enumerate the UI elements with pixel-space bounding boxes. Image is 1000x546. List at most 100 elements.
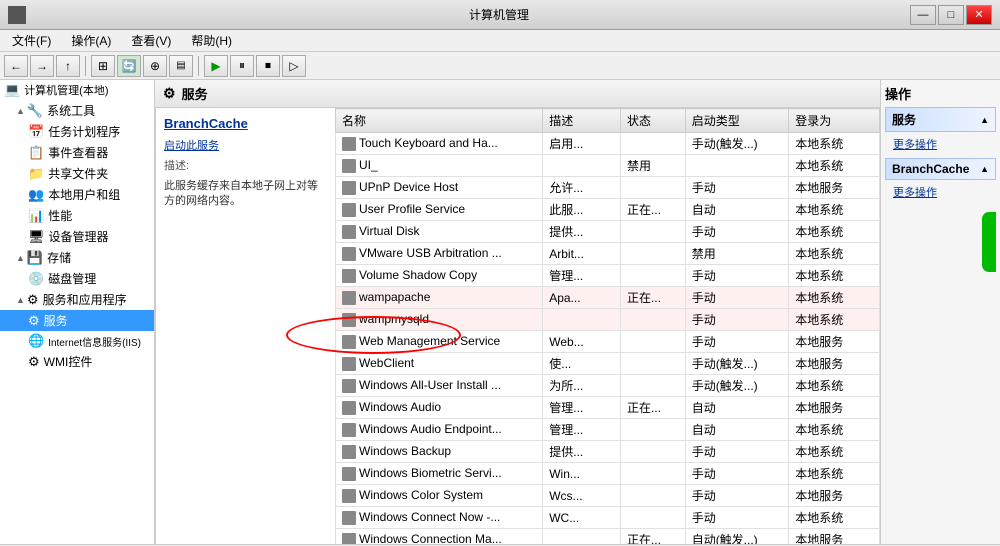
sidebar-item-task-scheduler[interactable]: 📅 任务计划程序 <box>0 121 154 142</box>
service-status-cell <box>620 265 685 287</box>
table-row[interactable]: Windows Connection Ma...正在...自动(触发...)本地… <box>336 529 880 545</box>
table-row[interactable]: Web Management ServiceWeb...手动本地服务 <box>336 331 880 353</box>
sidebar-item-local-users[interactable]: 👥 本地用户和组 <box>0 184 154 205</box>
sidebar-performance-label: 性能 <box>48 207 72 224</box>
minimize-button[interactable]: — <box>910 5 936 25</box>
play-button[interactable]: ▶ <box>204 55 228 77</box>
sidebar-item-event-viewer[interactable]: 📋 事件查看器 <box>0 142 154 163</box>
menu-help[interactable]: 帮助(H) <box>183 30 240 51</box>
sidebar-system-tools-label: 系统工具 <box>47 102 95 119</box>
stop-button[interactable]: ⏹ <box>256 55 280 77</box>
service-login-cell: 本地服务 <box>789 397 880 419</box>
service-name-cell: Windows Connect Now -... <box>336 507 543 529</box>
service-login-cell: 本地系统 <box>789 265 880 287</box>
table-row[interactable]: User Profile Service此服...正在...自动本地系统 <box>336 199 880 221</box>
table-row[interactable]: Windows Biometric Servi...Win...手动本地系统 <box>336 463 880 485</box>
service-gear-icon <box>342 269 356 283</box>
sidebar-root-label: 计算机管理(本地) <box>24 82 108 98</box>
service-name-cell: UI_ <box>336 155 543 177</box>
sidebar-item-storage[interactable]: ▲ 💾 存储 <box>0 247 154 268</box>
col-name[interactable]: 名称 <box>336 109 543 133</box>
service-startup-cell: 手动(触发...) <box>685 375 789 397</box>
up-button[interactable]: ↑ <box>56 55 80 77</box>
sidebar-task-scheduler-label: 任务计划程序 <box>48 123 120 140</box>
sidebar-item-wmi[interactable]: ⚙ WMI控件 <box>0 351 154 372</box>
actions-panel: 操作 服务 ▲ 更多操作 BranchCache ▲ 更多操作 <box>880 80 1000 544</box>
service-gear-icon <box>342 379 356 393</box>
sidebar-wmi-label: WMI控件 <box>44 353 93 370</box>
service-table-container[interactable]: 名称 描述 状态 启动类型 登录为 Touch Keyboard and Ha.… <box>335 108 880 544</box>
table-row[interactable]: Volume Shadow Copy管理...手动本地系统 <box>336 265 880 287</box>
sidebar-item-iis[interactable]: 🌐 Internet信息服务(IIS) <box>0 331 154 351</box>
service-name-cell: UPnP Device Host <box>336 177 543 199</box>
branchcache-title[interactable]: BranchCache <box>164 116 327 131</box>
service-gear-icon <box>342 203 356 217</box>
menu-file[interactable]: 文件(F) <box>4 30 59 51</box>
table-row[interactable]: Windows Audio管理...正在...自动本地服务 <box>336 397 880 419</box>
col-login[interactable]: 登录为 <box>789 109 880 133</box>
sidebar-item-disk-management[interactable]: 💿 磁盘管理 <box>0 268 154 289</box>
sidebar-item-device-manager[interactable]: 🖥 设备管理器 <box>0 226 154 247</box>
table-row[interactable]: Windows Backup提供...手动本地系统 <box>336 441 880 463</box>
service-startup-cell: 手动 <box>685 441 789 463</box>
table-row[interactable]: Windows Audio Endpoint...管理...自动本地系统 <box>336 419 880 441</box>
task-icon: 📅 <box>28 124 44 140</box>
start-service-link[interactable]: 启动此服务 <box>164 140 219 152</box>
users-icon: 👥 <box>28 187 44 203</box>
main-layout: 💻 计算机管理(本地) ▲ 🔧 系统工具 📅 任务计划程序 📋 事件查看器 📁 … <box>0 80 1000 544</box>
table-row[interactable]: Touch Keyboard and Ha...启用...手动(触发...)本地… <box>336 133 880 155</box>
sidebar-item-performance[interactable]: 📊 性能 <box>0 205 154 226</box>
service-gear-icon <box>342 159 356 173</box>
sidebar-root[interactable]: 💻 计算机管理(本地) <box>0 80 154 100</box>
iis-icon: 🌐 <box>28 333 44 349</box>
service-desc-cell <box>543 155 621 177</box>
sidebar-item-services[interactable]: ⚙ 服务 <box>0 310 154 331</box>
sidebar-item-services-apps[interactable]: ▲ ⚙ 服务和应用程序 <box>0 289 154 310</box>
service-desc-cell: Apa... <box>543 287 621 309</box>
service-login-cell: 本地服务 <box>789 177 880 199</box>
sidebar-item-system-tools[interactable]: ▲ 🔧 系统工具 <box>0 100 154 121</box>
table-row[interactable]: Windows All-User Install ...为所...手动(触发..… <box>336 375 880 397</box>
menu-view[interactable]: 查看(V) <box>123 30 179 51</box>
menu-action[interactable]: 操作(A) <box>63 30 119 51</box>
action-section-services[interactable]: 服务 ▲ <box>885 107 996 132</box>
restart-button[interactable]: ▷ <box>282 55 306 77</box>
action-more-ops-1[interactable]: 更多操作 <box>885 134 996 154</box>
forward-button[interactable]: → <box>30 55 54 77</box>
table-row[interactable]: wampapacheApa...正在...手动本地系统 <box>336 287 880 309</box>
table-row[interactable]: VMware USB Arbitration ...Arbit...禁用本地系统 <box>336 243 880 265</box>
show-hide-button[interactable]: ⊞ <box>91 55 115 77</box>
pause-button[interactable]: ⏸ <box>230 55 254 77</box>
table-row[interactable]: WebClient使...手动(触发...)本地服务 <box>336 353 880 375</box>
table-row[interactable]: Windows Connect Now -...WC...手动本地系统 <box>336 507 880 529</box>
refresh-button[interactable]: 🔄 <box>117 55 141 77</box>
service-name-cell: wampmysqld <box>336 309 543 331</box>
action-section-branchcache[interactable]: BranchCache ▲ <box>885 158 996 180</box>
table-row[interactable]: UI_禁用本地系统 <box>336 155 880 177</box>
maximize-button[interactable]: □ <box>938 5 964 25</box>
col-startup[interactable]: 启动类型 <box>685 109 789 133</box>
perf-icon: 📊 <box>28 208 44 224</box>
close-button[interactable]: ✕ <box>966 5 992 25</box>
service-startup-cell: 手动 <box>685 331 789 353</box>
export-button[interactable]: ⊕ <box>143 55 167 77</box>
table-row[interactable]: Windows Color SystemWcs...手动本地服务 <box>336 485 880 507</box>
table-row[interactable]: Virtual Disk提供...手动本地系统 <box>336 221 880 243</box>
col-status[interactable]: 状态 <box>620 109 685 133</box>
service-desc-cell: 管理... <box>543 419 621 441</box>
sidebar-local-users-label: 本地用户和组 <box>48 186 120 203</box>
service-name-cell: Web Management Service <box>336 331 543 353</box>
service-startup-cell: 手动 <box>685 507 789 529</box>
properties-button[interactable]: ▤ <box>169 55 193 77</box>
service-login-cell: 本地服务 <box>789 353 880 375</box>
desc-text: 此服务缓存来自本地子网上对等方的网络内容。 <box>164 179 327 210</box>
action-more-ops-2[interactable]: 更多操作 <box>885 182 996 202</box>
sidebar-item-shared-folders[interactable]: 📁 共享文件夹 <box>0 163 154 184</box>
back-button[interactable]: ← <box>4 55 28 77</box>
col-desc[interactable]: 描述 <box>543 109 621 133</box>
sidebar-disk-management-label: 磁盘管理 <box>48 270 96 287</box>
table-row[interactable]: UPnP Device Host允许...手动本地服务 <box>336 177 880 199</box>
service-name-cell: Volume Shadow Copy <box>336 265 543 287</box>
table-row[interactable]: wampmysqld手动本地系统 <box>336 309 880 331</box>
service-name-cell: Windows Audio Endpoint... <box>336 419 543 441</box>
